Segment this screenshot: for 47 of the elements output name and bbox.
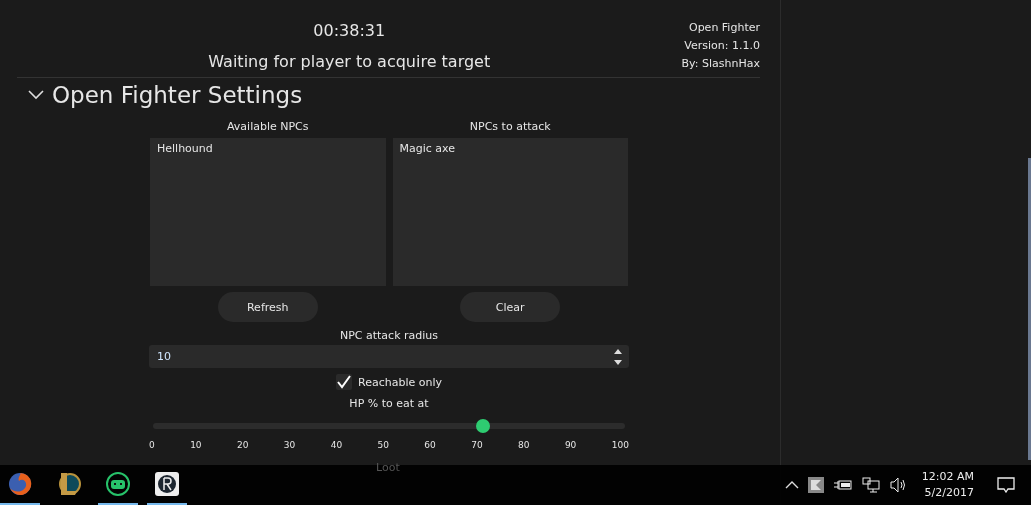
clock-date[interactable]: 5/2/2017 [924, 485, 974, 501]
notifications-icon[interactable] [997, 477, 1015, 493]
list-item[interactable]: Magic axe [399, 142, 621, 156]
scroll-bar[interactable] [1028, 158, 1031, 460]
list-label: NPCs to attack [469, 119, 551, 134]
chevron-icon[interactable] [28, 90, 44, 100]
tick-label: 10 [190, 440, 202, 450]
robot-icon [106, 472, 130, 496]
list-button[interactable]: Refresh [217, 292, 318, 322]
tick-label: 80 [518, 440, 530, 450]
tick-label: 50 [377, 440, 389, 450]
clock-time[interactable]: 12:02 AM [921, 469, 974, 485]
tick-label: 70 [471, 440, 483, 450]
list-label: Available NPCs [226, 119, 309, 134]
status-text: Waiting for player to acquire target [208, 52, 491, 71]
spinner-arrows-icon[interactable] [613, 347, 623, 366]
tick-label: 60 [424, 440, 436, 450]
tick-label: 30 [283, 440, 296, 450]
tick-label: 0 [149, 440, 155, 450]
slider-label: HP % to eat at [349, 396, 429, 411]
letter-emblem-icon [57, 471, 81, 497]
npc-list[interactable]: Hellhound [150, 138, 386, 286]
info-text: Open Fighter [688, 21, 760, 34]
checkbox[interactable] [336, 374, 352, 390]
volume-icon[interactable] [888, 477, 907, 493]
list-button[interactable]: Clear [460, 292, 561, 322]
network-icon[interactable] [861, 477, 880, 493]
section-title: Open Fighter Settings [52, 82, 303, 108]
tick-label: 40 [330, 440, 343, 450]
info-text: Version: 1.1.0 [684, 39, 760, 52]
info-text: By: SlashnHax [681, 57, 760, 70]
radius-label: NPC attack radius [339, 328, 439, 343]
tray-app-icon[interactable] [807, 477, 824, 493]
tick-label: 100 [611, 440, 629, 450]
list-item[interactable]: Hellhound [157, 142, 379, 156]
globe-fox-icon [8, 472, 32, 496]
battery-icon[interactable] [832, 479, 853, 491]
tick-label: 20 [236, 440, 249, 450]
npc-list[interactable]: Magic axe [392, 138, 628, 286]
section-title: Loot [376, 461, 400, 474]
radius-field[interactable]: 10 [149, 345, 629, 368]
slider-thumb[interactable] [476, 419, 491, 433]
chevron-up-icon[interactable] [784, 481, 799, 489]
timer: 00:38:31 [313, 21, 386, 40]
tick-label: 90 [564, 440, 577, 450]
checkbox-label: Reachable only [358, 375, 442, 389]
app-logo-icon [155, 472, 179, 496]
